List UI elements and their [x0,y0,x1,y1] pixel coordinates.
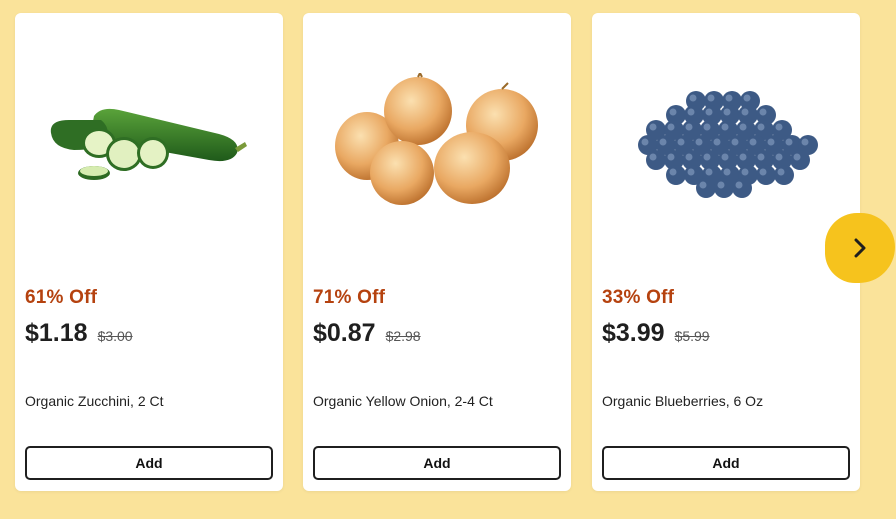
price-row: $0.87 $2.98 [313,319,421,348]
original-price: $3.00 [97,328,133,344]
blueberries-image[interactable] [602,33,850,253]
product-carousel: 61% Off $1.18 $3.00 Organic Zucchini, 2 … [0,0,896,519]
price-row: $1.18 $3.00 [25,319,133,348]
discount-label: 61% Off [25,287,98,308]
yellow-onion-image[interactable] [313,33,561,253]
original-price: $2.98 [385,328,421,344]
chevron-right-icon [854,238,866,258]
product-card[interactable]: 61% Off $1.18 $3.00 Organic Zucchini, 2 … [15,13,283,491]
product-card[interactable]: 71% Off $0.87 $2.98 Organic Yellow Onion… [303,13,571,491]
discount-label: 33% Off [602,287,675,308]
product-name[interactable]: Organic Blueberries, 6 Oz [602,393,763,409]
add-button[interactable]: Add [25,446,273,480]
discount-label: 71% Off [313,287,386,308]
sale-price: $3.99 [602,319,665,347]
product-card[interactable]: 33% Off $3.99 $5.99 Organic Blueberries,… [592,13,860,491]
product-name[interactable]: Organic Yellow Onion, 2-4 Ct [313,393,493,409]
original-price: $5.99 [674,328,710,344]
sale-price: $1.18 [25,319,88,347]
sale-price: $0.87 [313,319,376,347]
zucchini-image[interactable] [25,33,273,253]
price-row: $3.99 $5.99 [602,319,710,348]
add-button[interactable]: Add [602,446,850,480]
carousel-next-button[interactable] [825,213,895,283]
add-button[interactable]: Add [313,446,561,480]
product-name[interactable]: Organic Zucchini, 2 Ct [25,393,164,409]
